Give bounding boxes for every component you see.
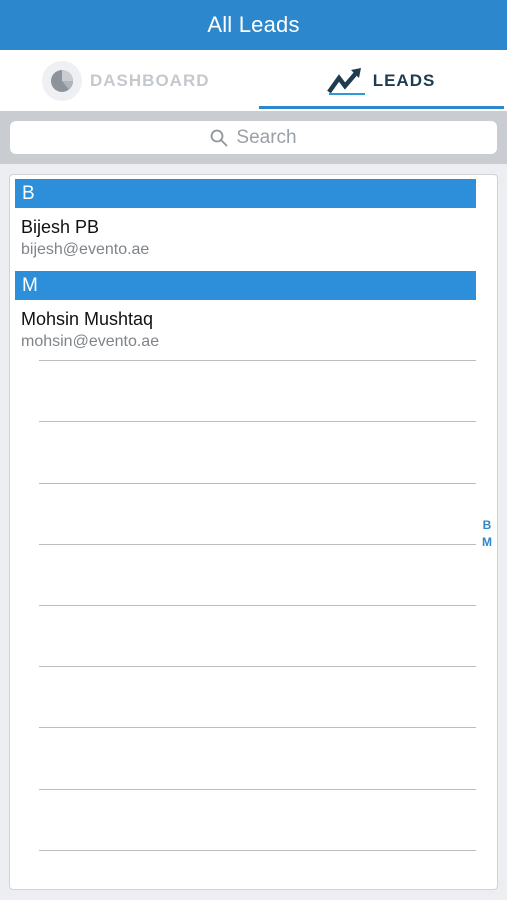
section-header-b: B (15, 179, 476, 208)
row-separator (39, 789, 476, 790)
search-input[interactable]: Search (10, 121, 497, 154)
row-separator (39, 850, 476, 851)
row-separator (39, 727, 476, 728)
lead-email: bijesh@evento.ae (21, 241, 150, 258)
trending-up-icon (326, 67, 365, 95)
tab-dashboard-label: DASHBOARD (90, 70, 210, 90)
tab-dashboard[interactable]: DASHBOARD (42, 50, 257, 111)
section-header-m: M (15, 271, 476, 300)
row-separator (39, 666, 476, 667)
lead-email: mohsin@evento.ae (21, 333, 160, 350)
search-icon (210, 129, 228, 146)
page-title: All Leads (207, 12, 300, 37)
row-separator (39, 605, 476, 606)
tab-leads-label: LEADS (372, 70, 436, 90)
tab-bar: DASHBOARD LEADS (0, 50, 507, 111)
selected-tab-indicator (259, 106, 504, 109)
row-separator (39, 544, 476, 545)
pie-chart-icon (42, 60, 82, 101)
index-letter-m[interactable]: M (482, 534, 492, 551)
index-letter-b[interactable]: B (483, 517, 492, 534)
section-index[interactable]: B M (480, 517, 494, 551)
row-separator (39, 421, 476, 422)
row-separator (39, 360, 476, 361)
leads-list: B Bijesh PB bijesh@evento.ae M Mohsin Mu… (9, 174, 498, 890)
tab-leads[interactable]: LEADS (258, 50, 504, 111)
lead-name: Bijesh PB (21, 217, 100, 237)
search-placeholder: Search (236, 126, 297, 148)
row-separator (39, 483, 476, 484)
navigation-bar: All Leads (0, 0, 507, 50)
lead-name: Mohsin Mushtaq (21, 309, 154, 329)
search-bar: Search (0, 111, 507, 164)
